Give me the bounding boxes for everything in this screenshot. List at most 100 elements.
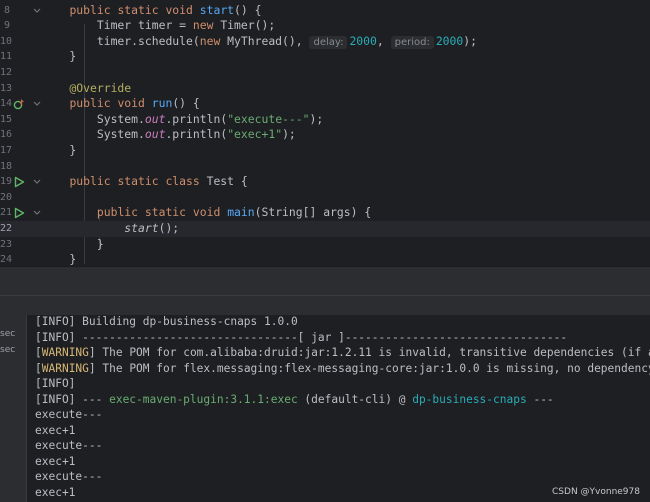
code-text[interactable]: } (42, 252, 76, 266)
code-line[interactable]: 11 } (0, 49, 650, 65)
console-token: WARNING (41, 361, 89, 375)
code-token: Timer timer = (42, 18, 193, 33)
code-text[interactable]: public static class Test { (42, 174, 248, 190)
console-token: [INFO] --- (35, 392, 110, 406)
code-token: "execute---" (227, 111, 310, 126)
code-token: Test { (206, 174, 248, 189)
code-line[interactable]: 22 start(); (0, 221, 650, 237)
console-token: ] The POM for flex.messaging:flex-messag… (88, 361, 650, 375)
console-token: --- (526, 392, 554, 406)
console-line: [INFO] --- exec-maven-plugin:3.1.1:exec … (35, 392, 554, 408)
code-line[interactable]: 8 public static void start() { (0, 3, 650, 19)
code-token: System. (42, 127, 145, 142)
code-text[interactable]: } (42, 49, 76, 65)
line-number: 17 (0, 145, 13, 156)
line-number: 14 (0, 98, 13, 110)
console-token: exec-maven-plugin:3.1.1:exec (109, 392, 298, 406)
code-line[interactable]: 23 } (0, 237, 650, 253)
run-tree-item[interactable]: sec (0, 345, 15, 355)
console-token: WARNING (41, 346, 89, 359)
code-line[interactable]: 14 public void run() { (0, 96, 650, 112)
code-line[interactable]: 13 @Override (0, 81, 650, 97)
code-text[interactable]: @Override (42, 81, 131, 97)
code-line[interactable]: 10 timer.schedule(new MyThread(), delay:… (0, 34, 650, 50)
console-token: exec+1 (35, 423, 76, 437)
code-text[interactable]: System.out.println("execute---"); (42, 112, 323, 128)
code-line[interactable]: 9 Timer timer = new Timer(); (0, 18, 650, 34)
console-line: [INFO] Building dp-business-cnaps 1.0.0 (35, 315, 298, 330)
code-editor[interactable]: 8 public static void start() {9 Timer ti… (0, 0, 650, 266)
code-token: "exec+1" (227, 127, 283, 142)
watermark: CSDN @Yvonne978 (552, 487, 640, 497)
code-text[interactable]: start(); (42, 221, 179, 237)
code-line[interactable]: 21 public static void main(String[] args… (0, 205, 650, 221)
code-token: .println( (165, 111, 228, 126)
code-token: } (42, 252, 77, 266)
console-line: [INFO] (35, 376, 75, 392)
code-text[interactable]: } (42, 237, 104, 253)
parameter-hint: delay: (309, 35, 348, 49)
code-line[interactable]: 12 (0, 65, 650, 81)
code-token: () { (234, 2, 262, 17)
line-number: 8 (3, 4, 10, 16)
run-tree-panel[interactable]: sec sec (0, 315, 27, 502)
code-token: @Override (42, 80, 132, 95)
code-text[interactable]: public static void start() { (42, 3, 261, 19)
fold-chevron-icon[interactable] (32, 174, 42, 190)
code-line[interactable]: 24 } (0, 252, 650, 266)
fold-chevron-icon[interactable] (32, 3, 42, 19)
console-token: ] The POM for com.alibaba:druid:jar:1.2.… (88, 346, 650, 359)
console-line: execute--- (35, 438, 102, 454)
code-text[interactable]: public void run() { (42, 96, 199, 112)
code-text[interactable]: Timer timer = new Timer(); (42, 18, 275, 34)
console-token: dp-business-cnaps (412, 392, 527, 406)
line-number: 11 (0, 51, 13, 63)
code-token: ); (282, 127, 296, 142)
line-number: 13 (0, 82, 13, 94)
console-line: execute--- (35, 469, 102, 485)
code-text[interactable]: } (42, 143, 76, 159)
console-line: exec+1 (35, 485, 75, 501)
code-token: , (376, 33, 391, 48)
console-token: exec+1 (35, 485, 76, 499)
parameter-hint: period: (390, 35, 434, 49)
console-token: exec+1 (35, 454, 76, 468)
code-text[interactable]: System.out.println("exec+1"); (42, 127, 296, 143)
code-token: MyThread(), (227, 33, 310, 48)
console-token: [ (35, 361, 42, 375)
code-line[interactable]: 15 System.out.println("execute---"); (0, 112, 650, 128)
run-console[interactable]: sec sec [INFO] Building dp-business-cnaps… (0, 315, 650, 502)
fold-chevron-icon[interactable] (32, 205, 42, 221)
fold-chevron-icon[interactable] (32, 96, 42, 112)
code-line[interactable]: 16 System.out.println("exec+1"); (0, 127, 650, 143)
code-text[interactable]: public static void main(String[] args) { (42, 205, 371, 221)
code-token: } (42, 49, 77, 64)
code-text[interactable]: timer.schedule(new MyThread(), delay: 200… (42, 34, 477, 50)
line-number: 10 (0, 35, 13, 47)
code-line[interactable]: 17 } (0, 143, 650, 159)
line-number: 9 (3, 20, 10, 32)
code-token: timer.schedule( (42, 33, 200, 48)
code-line[interactable]: 19 public static class Test { (0, 174, 650, 190)
console-token: execute--- (35, 470, 103, 483)
code-line[interactable]: 20 (0, 190, 650, 206)
code-line[interactable]: 18 (0, 159, 650, 175)
line-number: 24 (0, 254, 13, 266)
editor-bottom-toolbar (0, 266, 650, 296)
run-tree-item[interactable]: sec (0, 329, 15, 339)
code-token: System. (42, 111, 145, 126)
line-number: 18 (0, 160, 13, 172)
console-token: execute--- (35, 439, 103, 452)
code-token: } (42, 236, 104, 251)
console-token: (default-cli) @ (297, 392, 413, 406)
console-token: [INFO] --------------------------------[… (35, 330, 568, 344)
code-token: run (151, 96, 173, 111)
line-number: 20 (0, 191, 13, 203)
code-token: 2000 (435, 33, 464, 48)
code-token: out (144, 127, 166, 142)
console-line: execute--- (35, 407, 102, 423)
console-line: [INFO] --------------------------------[… (35, 330, 567, 346)
